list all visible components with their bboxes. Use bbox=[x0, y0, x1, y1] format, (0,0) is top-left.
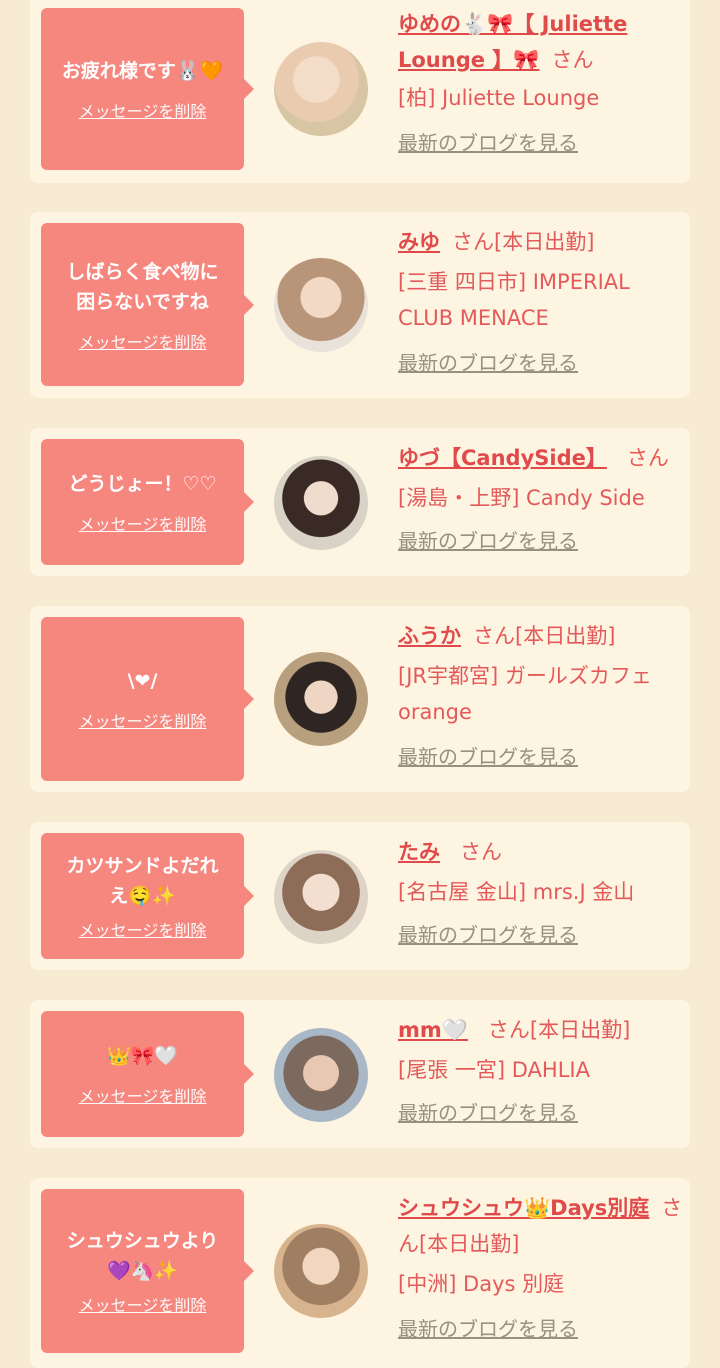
message-text: しばらく食べ物に 困らないですね bbox=[66, 260, 219, 313]
message-text: \❤/ bbox=[127, 670, 158, 692]
latest-blog-link[interactable]: 最新のブログを見る bbox=[398, 1098, 578, 1128]
shop-name: [名古屋 金山] mrs.J 金山 bbox=[398, 880, 635, 904]
message-text: シュウシュウより 💜🦄✨ bbox=[66, 1230, 219, 1282]
shop-name: [中洲] Days 別庭 bbox=[398, 1272, 565, 1296]
honorific: さん bbox=[487, 1018, 530, 1042]
avatar[interactable] bbox=[274, 456, 368, 550]
message-text: カツサンドよだれ え🤤✨ bbox=[66, 855, 219, 907]
shop-name: [JR宇都宮] ガールズカフェ orange bbox=[398, 664, 652, 724]
latest-blog-link[interactable]: 最新のブログを見る bbox=[398, 128, 578, 158]
delete-message-link[interactable]: メッセージを削除 bbox=[79, 511, 207, 535]
message-bubble: \❤/ メッセージを削除 bbox=[41, 617, 254, 781]
message-card: \❤/ メッセージを削除 ふうか さん[本日出勤] [JR宇都宮] ガールズカフェ… bbox=[30, 606, 690, 792]
message-bubble: どうじょー！♡♡ メッセージを削除 bbox=[41, 439, 254, 565]
avatar[interactable] bbox=[274, 850, 368, 944]
cast-name-link[interactable]: みゆ bbox=[398, 230, 440, 254]
status-text: [本日出勤] bbox=[529, 1018, 631, 1042]
honorific: さん bbox=[551, 48, 594, 72]
message-text: 👑🎀🤍 bbox=[107, 1045, 178, 1067]
message-text: どうじょー！♡♡ bbox=[68, 473, 217, 495]
cast-name-link[interactable]: シュウシュウ👑Days別庭 bbox=[398, 1196, 649, 1220]
status-text: [本日出勤] bbox=[419, 1232, 520, 1256]
avatar[interactable] bbox=[274, 1224, 368, 1318]
delete-message-link[interactable]: メッセージを削除 bbox=[79, 1083, 207, 1107]
shop-name: [尾張 一宮] DAHLIA bbox=[398, 1058, 590, 1082]
avatar[interactable] bbox=[274, 1028, 368, 1122]
message-bubble: 👑🎀🤍 メッセージを削除 bbox=[41, 1011, 254, 1137]
delete-message-link[interactable]: メッセージを削除 bbox=[79, 917, 207, 941]
status-text: [本日出勤] bbox=[515, 624, 616, 648]
honorific: さん bbox=[460, 840, 502, 864]
message-card: 👑🎀🤍 メッセージを削除 mm🤍 さん[本日出勤] [尾張 一宮] DAHLIA … bbox=[30, 1000, 690, 1148]
shop-name: [三重 四日市] IMPERIAL CLUB MENACE bbox=[398, 270, 630, 330]
avatar[interactable] bbox=[274, 42, 368, 136]
latest-blog-link[interactable]: 最新のブログを見る bbox=[398, 1314, 578, 1344]
delete-message-link[interactable]: メッセージを削除 bbox=[79, 1292, 207, 1316]
message-text: お疲れ様です🐰🧡 bbox=[61, 60, 224, 82]
message-card: お疲れ様です🐰🧡 メッセージを削除 ゆめの🐇🎀【 Juliette Lounge… bbox=[30, 0, 690, 183]
delete-message-link[interactable]: メッセージを削除 bbox=[79, 329, 207, 353]
avatar[interactable] bbox=[274, 258, 368, 352]
shop-name: [湯島・上野] Candy Side bbox=[398, 486, 645, 510]
latest-blog-link[interactable]: 最新のブログを見る bbox=[398, 920, 578, 950]
message-bubble: しばらく食べ物に 困らないですね メッセージを削除 bbox=[41, 223, 254, 386]
status-text: [本日出勤] bbox=[494, 230, 595, 254]
latest-blog-link[interactable]: 最新のブログを見る bbox=[398, 526, 578, 556]
message-bubble: お疲れ様です🐰🧡 メッセージを削除 bbox=[41, 8, 254, 170]
cast-name-link[interactable]: ゆづ【CandySide】 bbox=[398, 446, 607, 470]
delete-message-link[interactable]: メッセージを削除 bbox=[79, 98, 207, 122]
message-card: しばらく食べ物に 困らないですね メッセージを削除 みゆ さん[本日出勤] [三重… bbox=[30, 212, 690, 398]
message-card: カツサンドよだれ え🤤✨ メッセージを削除 たみ さん [名古屋 金山] mrs.… bbox=[30, 822, 690, 970]
message-bubble: シュウシュウより 💜🦄✨ メッセージを削除 bbox=[41, 1189, 254, 1353]
honorific: さん bbox=[473, 624, 515, 648]
delete-message-link[interactable]: メッセージを削除 bbox=[79, 708, 207, 732]
honorific: さん bbox=[626, 446, 669, 470]
avatar[interactable] bbox=[274, 652, 368, 746]
cast-name-link[interactable]: たみ bbox=[398, 840, 440, 864]
latest-blog-link[interactable]: 最新のブログを見る bbox=[398, 348, 578, 378]
message-card: シュウシュウより 💜🦄✨ メッセージを削除 シュウシュウ👑Days別庭 さん[本日… bbox=[30, 1178, 690, 1368]
latest-blog-link[interactable]: 最新のブログを見る bbox=[398, 742, 578, 772]
message-card: どうじょー！♡♡ メッセージを削除 ゆづ【CandySide】 さん [湯島・上野… bbox=[30, 428, 690, 576]
cast-name-link[interactable]: ふうか bbox=[398, 624, 461, 648]
honorific: さん bbox=[452, 230, 494, 254]
shop-name: [柏] Juliette Lounge bbox=[398, 86, 600, 110]
cast-name-link[interactable]: mm🤍 bbox=[398, 1018, 468, 1042]
message-bubble: カツサンドよだれ え🤤✨ メッセージを削除 bbox=[41, 833, 254, 959]
